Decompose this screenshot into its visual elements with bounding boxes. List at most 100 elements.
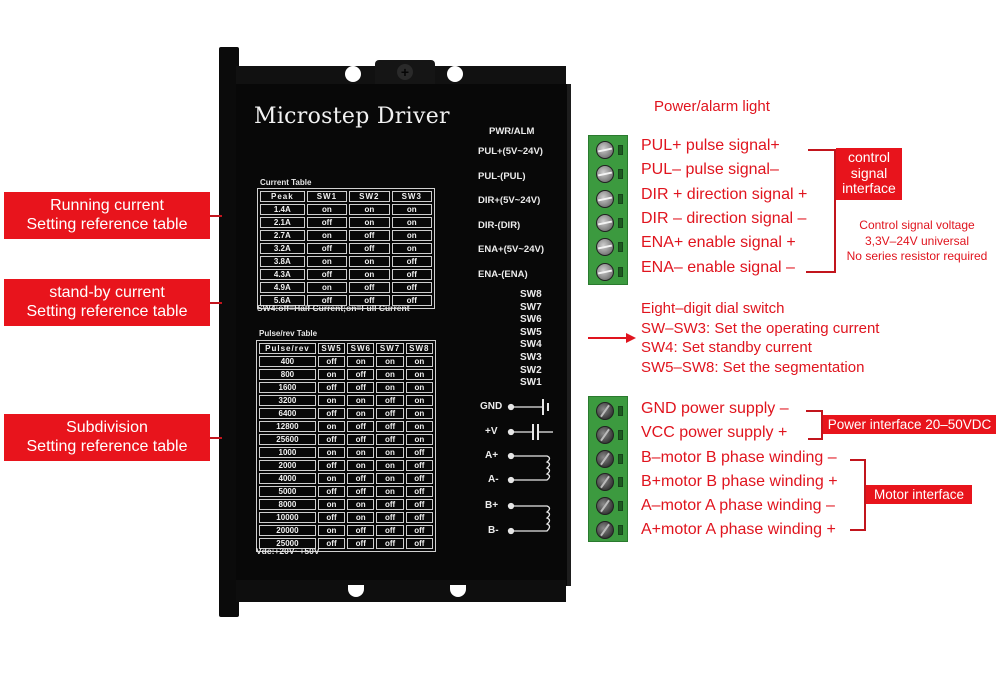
mounting-hole-icon: [345, 66, 361, 82]
b-minus-node: [507, 527, 515, 535]
setting-value-cell: 10000: [259, 512, 316, 523]
switch-state-cell: on: [349, 269, 390, 280]
setting-value-cell: 4000: [259, 473, 316, 484]
switch-state-cell: off: [376, 512, 404, 523]
switch-state-cell: on: [405, 434, 433, 445]
screw-icon: +: [397, 64, 413, 80]
pin-description: DIR – direction signal –: [641, 209, 807, 227]
gnd-node: [507, 403, 515, 411]
power-alarm-light-label: Power/alarm light: [654, 98, 770, 115]
table-row: 12800 on off off on: [259, 421, 433, 432]
setting-value-cell: 4.3A: [260, 269, 305, 280]
connector-line: [210, 215, 222, 217]
power-terminal-label: B-: [488, 525, 499, 536]
switch-state-cell: off: [349, 230, 390, 241]
switch-state-cell: off: [376, 421, 404, 432]
label-line1: Running current: [50, 197, 164, 214]
bottom-lip: [236, 580, 566, 602]
switch-state-cell: on: [376, 356, 404, 367]
setting-value-cell: 3.2A: [260, 243, 305, 254]
table-row: 2.1A off on on: [260, 217, 432, 228]
terminal-screw-icon: [596, 449, 614, 468]
switch-state-cell: on: [376, 460, 404, 471]
switch-state-cell: off: [405, 447, 433, 458]
wire-entry-icon: [618, 525, 623, 535]
bracket-line: [806, 271, 836, 273]
table-row: 1600 off off on on: [259, 382, 433, 393]
vplus-node: [507, 428, 515, 436]
switch-state-cell: off: [349, 243, 390, 254]
table-row: 4.3A off on off: [260, 269, 432, 280]
wire-entry-icon: [618, 193, 623, 204]
pin-description: DIR + direction signal +: [641, 185, 808, 203]
power-terminal-label: GND: [480, 401, 503, 412]
switch-state-cell: on: [349, 204, 390, 215]
switch-state-cell: off: [317, 382, 346, 393]
switch-state-cell: off: [317, 434, 346, 445]
sw4-note: SW4:off=Half Current;on=Full Current: [257, 303, 410, 313]
signal-terminal-block: [588, 135, 628, 285]
table-row: 4.9A on off off: [260, 282, 432, 293]
setting-value-cell: 25600: [259, 434, 316, 445]
bracket-line: [808, 438, 823, 440]
table-row: 1.4A on on on: [260, 204, 432, 215]
setting-value-cell: 20000: [259, 525, 316, 536]
switch-state-cell: off: [376, 525, 404, 536]
table-row: 5000 off off on off: [259, 486, 433, 497]
switch-state-cell: on: [347, 395, 375, 406]
pin-description: SW4: Set standby current: [641, 339, 812, 356]
signal-terminal-label: DIR-(DIR): [478, 219, 521, 231]
power-terminal-label: A-: [488, 474, 499, 485]
control-signal-interface-box: control signal interface: [836, 148, 902, 200]
switch-state-cell: on: [391, 230, 432, 241]
control-voltage-note: Control signal voltage 3,3V–24V universa…: [846, 218, 988, 263]
wire-entry-icon: [618, 266, 623, 277]
switch-state-cell: on: [317, 447, 346, 458]
switch-state-cell: on: [317, 525, 346, 536]
switch-state-cell: on: [306, 204, 348, 215]
motor-interface-box: Motor interface: [866, 485, 972, 504]
setting-value-cell: 12800: [259, 421, 316, 432]
switch-state-cell: on: [376, 369, 404, 380]
switch-state-cell: off: [317, 460, 346, 471]
switch-state-cell: on: [347, 499, 375, 510]
switch-state-cell: on: [391, 204, 432, 215]
signal-terminal-label: ENA+(5V~24V): [478, 244, 545, 255]
pin-description: A+motor A phase winding +: [641, 521, 836, 538]
setting-value-cell: 2.1A: [260, 217, 305, 228]
table-row: 3200 on on off on: [259, 395, 433, 406]
switch-state-cell: on: [347, 447, 375, 458]
switch-state-cell: on: [405, 356, 433, 367]
table-header-cell: SW1: [306, 191, 348, 202]
setting-value-cell: 4.9A: [260, 282, 305, 293]
switch-state-cell: off: [405, 538, 433, 549]
table-row: 1000 on on on off: [259, 447, 433, 458]
table-header-cell: Pulse/rev: [259, 343, 316, 354]
switch-state-cell: on: [405, 421, 433, 432]
setting-value-cell: 2000: [259, 460, 316, 471]
setting-value-cell: 400: [259, 356, 316, 367]
switch-state-cell: off: [306, 217, 348, 228]
connector-line: [210, 437, 222, 439]
switch-state-cell: on: [306, 230, 348, 241]
table-row: 400 off on on on: [259, 356, 433, 367]
switch-state-cell: off: [317, 486, 346, 497]
current-table: Peak SW1 SW2 SW3 1.4A on on on 2.1A off on on 2.7A o…: [257, 188, 435, 309]
switch-state-cell: off: [376, 408, 404, 419]
table-header-cell: SW7: [376, 343, 404, 354]
switch-state-cell: on: [405, 408, 433, 419]
setting-value-cell: 3.8A: [260, 256, 305, 267]
switch-state-cell: on: [317, 369, 346, 380]
switch-state-cell: off: [317, 512, 346, 523]
pwr-alm-label: PWR/ALM: [489, 126, 535, 137]
table-row: 25600 off off off on: [259, 434, 433, 445]
switch-state-cell: on: [376, 473, 404, 484]
signal-terminal-label: ENA-(ENA): [478, 268, 528, 280]
terminal-screw-icon: [596, 141, 614, 159]
b-plus-node: [507, 502, 515, 510]
a-plus-node: [507, 452, 515, 460]
table-row: 2000 off on on off: [259, 460, 433, 471]
switch-state-cell: on: [405, 395, 433, 406]
connector-line: [210, 302, 222, 304]
terminal-screw-icon: [596, 402, 614, 420]
